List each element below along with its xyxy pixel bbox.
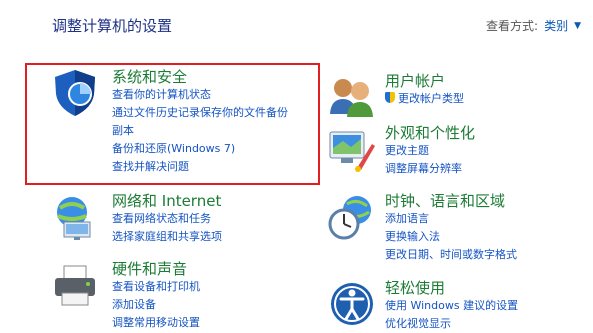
link-change-input-method[interactable]: 更换输入法 (385, 228, 517, 246)
view-by-label: 查看方式: (486, 19, 539, 33)
category-title[interactable]: 用户帐户 (385, 72, 464, 90)
link-network-status[interactable]: 查看网络状态和任务 (112, 210, 222, 228)
category-title[interactable]: 硬件和声音 (112, 260, 200, 278)
chevron-down-icon[interactable]: ▼ (574, 21, 581, 31)
category-title[interactable]: 轻松使用 (385, 279, 518, 297)
view-by-control[interactable]: 查看方式: 类别 ▼ (486, 17, 581, 34)
page-title: 调整计算机的设置 (52, 17, 173, 35)
printer-icon[interactable] (50, 260, 100, 310)
link-add-language[interactable]: 添加语言 (385, 210, 517, 228)
users-icon[interactable] (327, 72, 377, 122)
category-title[interactable]: 时钟、语言和区域 (385, 192, 517, 210)
view-by-dropdown[interactable]: 类别 (544, 17, 568, 34)
link-mobility-settings[interactable]: 调整常用移动设置 (112, 314, 200, 332)
link-date-time-format[interactable]: 更改日期、时间或数字格式 (385, 246, 517, 264)
appearance-icon[interactable] (327, 124, 377, 174)
clock-globe-icon[interactable] (327, 192, 377, 242)
link-view-computer-status[interactable]: 查看你的计算机状态 (112, 86, 288, 104)
link-optimize-visual-display[interactable]: 优化视觉显示 (385, 315, 518, 333)
link-troubleshoot[interactable]: 查找并解决问题 (112, 158, 288, 176)
link-homegroup-sharing[interactable]: 选择家庭组和共享选项 (112, 228, 222, 246)
link-add-device[interactable]: 添加设备 (112, 296, 200, 314)
category-title[interactable]: 系统和安全 (112, 68, 288, 86)
link-screen-resolution[interactable]: 调整屏幕分辨率 (385, 160, 475, 178)
link-devices-printers[interactable]: 查看设备和打印机 (112, 278, 200, 296)
network-icon[interactable] (50, 192, 100, 242)
security-shield-icon[interactable] (50, 68, 100, 118)
category-title[interactable]: 外观和个性化 (385, 124, 475, 142)
link-change-theme[interactable]: 更改主题 (385, 142, 475, 160)
ease-of-access-icon[interactable] (327, 279, 377, 329)
link-file-history-backup-cont[interactable]: 副本 (112, 122, 288, 140)
link-windows-suggested-settings[interactable]: 使用 Windows 建议的设置 (385, 297, 518, 315)
link-change-account-type[interactable]: 更改帐户类型 (385, 90, 464, 108)
link-file-history-backup[interactable]: 通过文件历史记录保存你的文件备份 (112, 104, 288, 122)
category-title[interactable]: 网络和 Internet (112, 192, 222, 210)
link-backup-restore[interactable]: 备份和还原(Windows 7) (112, 140, 288, 158)
